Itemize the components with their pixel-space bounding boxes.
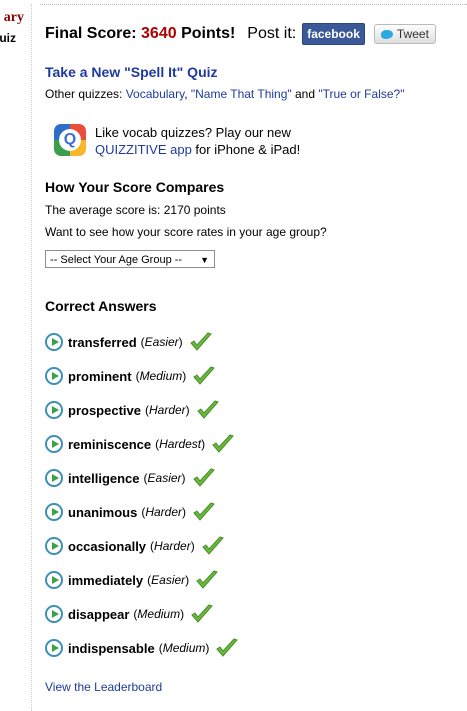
play-icon[interactable] [45,537,63,555]
correct-answers-heading: Correct Answers [45,298,157,314]
app-promo: Like vocab quizzes? Play our new QUIZZIT… [95,124,300,158]
age-group-select[interactable]: -- Select Your Age Group -- ▼ [45,250,215,268]
answer-item: prominent (Medium) [45,359,239,393]
checkmark-icon [193,502,215,521]
new-quiz-link[interactable]: Take a New "Spell It" Quiz [45,64,218,80]
play-icon[interactable] [45,367,63,385]
play-icon[interactable] [45,571,63,589]
separator-comma: , [184,87,191,101]
answer-word: reminiscence [68,436,152,452]
difficulty-label: Harder [148,403,186,417]
name-that-thing-link[interactable]: "Name That Thing" [191,87,292,101]
sidebar-subtitle-fragment: uiz [0,31,16,45]
answer-item: prospective (Harder) [45,393,239,427]
score-label: Final Score: [45,25,137,42]
answer-word: occasionally [68,538,147,554]
difficulty-label: Harder [145,505,183,519]
answer-difficulty: (Medium) [158,641,210,655]
answer-word: indispensable [68,640,155,656]
checkmark-icon [189,332,212,351]
leaderboard-link[interactable]: View the Leaderboard [45,680,162,694]
answer-difficulty: (Medium) [135,369,187,383]
twitter-bird-icon [380,29,393,39]
top-divider [40,4,467,5]
correct-answers-list: transferred (Easier) prominent (Medium) … [45,325,239,665]
promo-line: Like vocab quizzes? Play our new [95,125,291,140]
dropdown-arrow-icon: ▼ [200,255,209,265]
answer-item: unanimous (Harder) [45,495,239,529]
checkmark-icon [196,400,219,419]
difficulty-label: Easier [144,335,179,349]
answer-difficulty: (Hardest) [155,437,206,451]
answer-word: disappear [68,606,130,622]
play-icon[interactable] [45,333,63,351]
tweet-button[interactable]: Tweet [373,24,436,44]
answer-difficulty: (Medium) [133,607,185,621]
difficulty-label: Medium [162,641,206,655]
answer-item: intelligence (Easier) [45,461,239,495]
answer-item: reminiscence (Hardest) [45,427,239,461]
checkmark-icon [192,468,215,487]
quizzitive-app-icon[interactable]: Q [54,124,86,156]
answer-word: immediately [68,572,144,588]
post-it-label: Post it: [247,25,297,42]
answer-word: unanimous [68,504,138,520]
checkmark-icon [201,536,224,555]
difficulty-label: Easier [147,471,182,485]
difficulty-label: Harder [154,539,191,553]
difficulty-label: Hardest [159,437,202,451]
other-quizzes: Other quizzes: Vocabulary, "Name That Th… [45,87,404,101]
true-or-false-link[interactable]: "True or False?" [318,87,404,101]
age-group-question: Want to see how your score rates in your… [45,225,327,239]
score-row: Final Score: 3640 Points! Post it: faceb… [45,23,436,45]
answer-difficulty: (Harder) [144,403,190,417]
sidebar-fragment: ary uiz [0,0,30,60]
age-group-select-value: -- Select Your Age Group -- [50,254,183,266]
sidebar-title-fragment: ary [3,10,24,25]
answer-item: immediately (Easier) [45,563,239,597]
final-score: Final Score: 3640 Points! [45,25,235,43]
checkmark-icon [196,570,219,589]
answer-word: prominent [68,368,132,384]
answer-item: occasionally (Harder) [45,529,239,563]
play-icon[interactable] [45,605,63,623]
checkmark-icon [191,604,213,623]
answer-difficulty: (Easier) [143,471,186,485]
tweet-label: Tweet [396,27,429,41]
difficulty-label: Easier [151,573,186,587]
answer-difficulty: (Easier) [147,573,190,587]
answer-item: disappear (Medium) [45,597,239,631]
answer-difficulty: (Easier) [140,335,183,349]
other-quizzes-prefix: Other quizzes: [45,87,126,101]
facebook-share-button[interactable]: facebook [302,23,365,45]
checkmark-icon [216,638,239,657]
answer-item: indispensable (Medium) [45,631,239,665]
play-icon[interactable] [45,401,63,419]
answer-difficulty: (Harder) [150,539,195,553]
promo-line-2: QUIZZITIVE app for iPhone & iPad! [95,141,300,158]
checkmark-icon [193,366,216,385]
answer-word: prospective [68,402,141,418]
quizzitive-app-link[interactable]: QUIZZITIVE app [95,142,192,157]
play-icon[interactable] [45,469,63,487]
vocabulary-link[interactable]: Vocabulary [126,87,184,101]
play-icon[interactable] [45,435,63,453]
promo-suffix: for iPhone & iPad! [191,142,301,157]
answer-word: transferred [68,334,137,350]
score-suffix: Points! [181,25,236,42]
separator-and: and [291,87,319,101]
answer-word: intelligence [68,470,140,486]
app-icon-letter: Q [59,129,81,151]
score-value: 3640 [141,25,177,42]
checkmark-icon [212,434,235,453]
play-icon[interactable] [45,503,63,521]
difficulty-label: Medium [137,607,181,621]
left-divider [31,4,32,711]
answer-difficulty: (Harder) [141,505,187,519]
difficulty-label: Medium [139,369,183,383]
average-score-text: The average score is: 2170 points [45,203,226,217]
play-icon[interactable] [45,639,63,657]
score-compare-heading: How Your Score Compares [45,179,225,195]
answer-item: transferred (Easier) [45,325,239,359]
